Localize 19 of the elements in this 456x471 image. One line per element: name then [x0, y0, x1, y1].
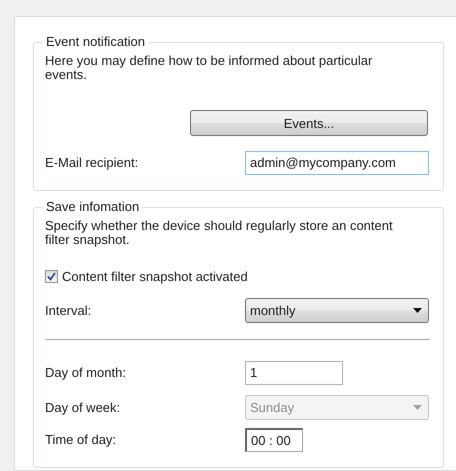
field-label: Day of month: — [45, 365, 127, 380]
checkbox[interactable] — [45, 270, 58, 283]
description-text: Specify whether the device should regularly store an content filter snapshot. — [45, 219, 394, 247]
field-label: Day of week: — [45, 400, 122, 415]
input-field[interactable]: 1 — [245, 360, 343, 384]
group-title: Event notification — [45, 34, 146, 50]
caret-icon — [413, 405, 422, 410]
checkmark-icon — [47, 272, 56, 281]
email-field[interactable]: admin@mycompany.com — [245, 150, 429, 174]
time-field[interactable]: 00 : 00 — [245, 428, 303, 452]
dropdown[interactable]: monthly — [245, 298, 429, 323]
caret-icon — [413, 308, 422, 313]
checkbox-label: Content filter snapshot activated — [62, 269, 248, 284]
field-label: Time of day: — [45, 432, 118, 447]
field-label: E-Mail recipient: — [45, 155, 140, 170]
description-text: Here you may define how to be informed about particular events. — [45, 54, 374, 82]
field-label: Interval: — [45, 303, 92, 318]
events-button[interactable]: Events... — [190, 110, 428, 136]
group-title: Save infomation — [45, 199, 140, 215]
